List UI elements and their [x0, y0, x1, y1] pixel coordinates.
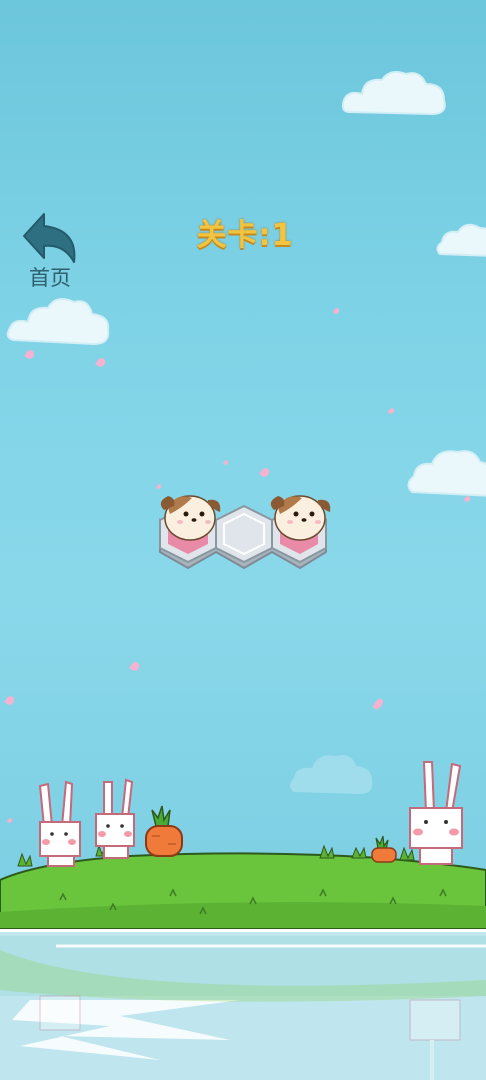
carrot-decoration — [371, 835, 397, 863]
carrot-decoration — [145, 805, 183, 857]
ground-scene — [0, 761, 486, 1080]
rabbit-decoration — [38, 780, 81, 867]
rabbit-decoration — [409, 761, 463, 865]
game-stage: 首页 关卡:1 — [0, 0, 486, 1080]
rabbit-decoration — [95, 778, 135, 859]
